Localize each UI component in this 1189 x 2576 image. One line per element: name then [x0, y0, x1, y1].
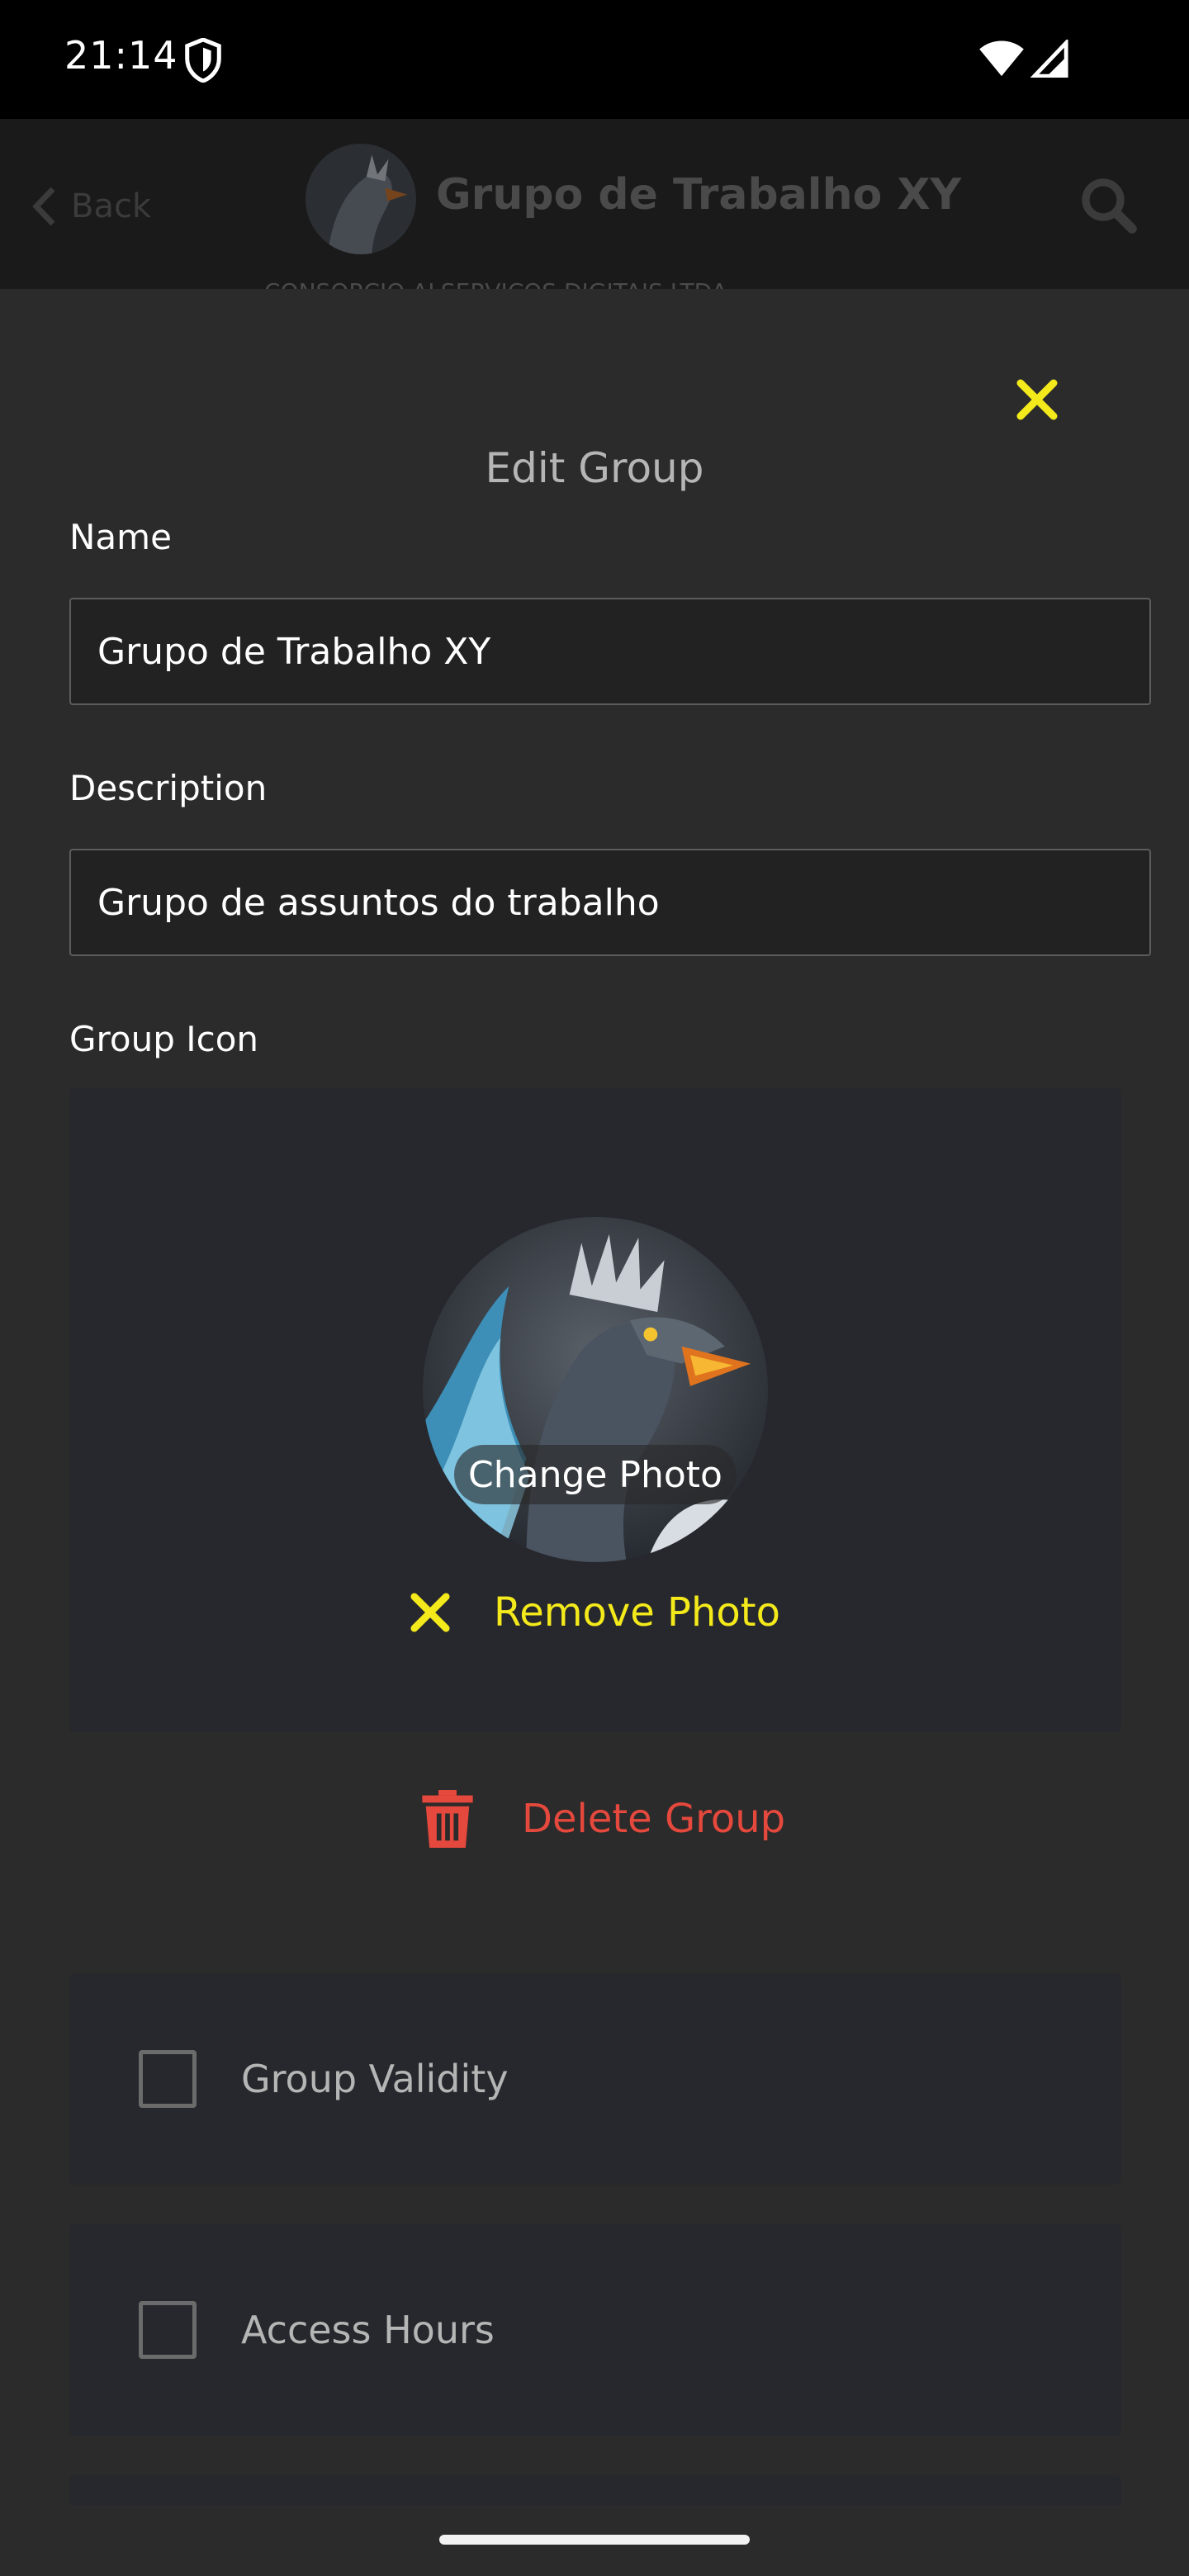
search-icon[interactable]	[1080, 177, 1138, 234]
description-label: Description	[69, 768, 268, 808]
modal-title: Edit Group	[485, 444, 704, 492]
change-photo-button[interactable]: Change Photo	[454, 1445, 737, 1504]
back-label: Back	[71, 187, 152, 225]
chevron-left-icon	[32, 187, 55, 226]
access-hours-checkbox[interactable]	[139, 2301, 197, 2359]
group-icon-label: Group Icon	[69, 1019, 259, 1059]
group-avatar	[306, 144, 416, 254]
close-icon[interactable]	[1016, 378, 1059, 421]
description-input[interactable]	[69, 849, 1151, 956]
group-validity-label: Group Validity	[241, 2057, 509, 2101]
signal-icon	[1030, 40, 1068, 78]
access-hours-label: Access Hours	[241, 2308, 495, 2352]
group-photo[interactable]: Change Photo	[423, 1217, 768, 1562]
navigation-bar	[0, 2505, 1189, 2576]
delete-group-label: Delete Group	[522, 1796, 786, 1842]
back-button[interactable]: Back	[31, 183, 151, 230]
dragon-image	[423, 1217, 768, 1562]
name-label: Name	[69, 517, 172, 557]
group-validity-option[interactable]: Group Validity	[69, 1973, 1121, 2185]
group-validity-checkbox[interactable]	[139, 2050, 197, 2108]
access-hours-option[interactable]: Access Hours	[69, 2224, 1121, 2436]
status-bar: 21:14	[0, 0, 1189, 119]
header-subtitle: CONSORCIO ALSERVICOS DIGITAIS LTDA	[264, 276, 892, 289]
wifi-icon	[979, 40, 1024, 77]
edit-group-modal: Edit Group Name Description Group Icon	[0, 289, 1189, 2505]
next-option-card[interactable]	[69, 2475, 1121, 2505]
remove-photo-label: Remove Photo	[494, 1589, 780, 1636]
shield-icon	[185, 38, 221, 83]
header-title: Grupo de Trabalho XY	[436, 170, 962, 220]
close-icon	[410, 1593, 450, 1632]
group-icon-panel: Change Photo Remove Photo	[69, 1088, 1121, 1732]
delete-group-button[interactable]: Delete Group	[421, 1782, 785, 1856]
app-header: Back Grupo de Trabalho XY CONSORCIO ALSE…	[0, 119, 1189, 289]
remove-photo-button[interactable]: Remove Photo	[410, 1584, 780, 1641]
name-input[interactable]	[69, 598, 1151, 705]
home-gesture-handle[interactable]	[439, 2535, 750, 2545]
status-time: 21:14	[64, 33, 178, 78]
trash-icon	[422, 1790, 473, 1848]
